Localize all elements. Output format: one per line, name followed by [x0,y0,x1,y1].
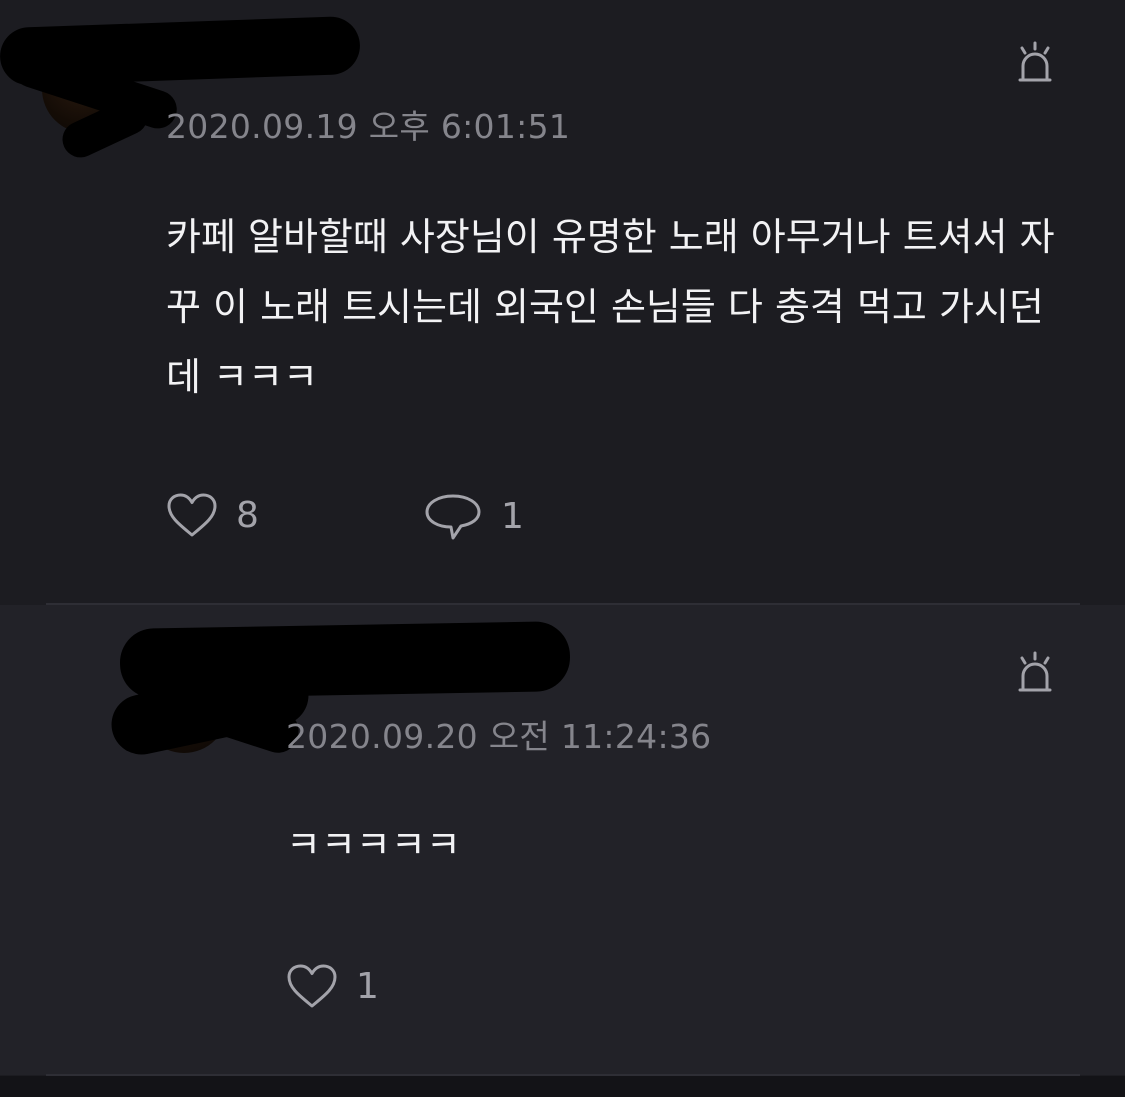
heart-icon [167,493,217,537]
reply-button[interactable]: 1 [423,492,524,540]
reply-text: ㅋㅋㅋㅋㅋ [286,823,461,867]
reply-timestamp: 2020.09.20 오전 11:24:36 [286,717,712,756]
like-count: 1 [356,965,379,1007]
comment-timestamp: 2020.09.19 오후 6:01:51 [166,107,571,146]
siren-icon [1018,651,1052,692]
report-button[interactable] [1015,650,1055,694]
comment-text: 카페 알바할때 사장님이 유명한 노래 아무거나 트셔서 자꾸 이 노래 트시는… [166,215,1055,399]
next-comment-area [0,1076,1125,1097]
comment-item: 2020.09.19 오후 6:01:51 카페 알바할때 사장님이 유명한 노… [0,0,1125,605]
heart-icon [287,964,337,1008]
siren-icon [1018,41,1052,82]
reply-item: 2020.09.20 오전 11:24:36 ㅋㅋㅋㅋㅋ 1 [0,605,1125,1075]
like-button[interactable]: 1 [286,963,379,1009]
report-button[interactable] [1015,40,1055,84]
like-button[interactable]: 8 [166,492,259,538]
speech-bubble-icon [425,494,481,540]
reply-count: 1 [501,495,524,537]
like-count: 8 [236,494,259,536]
